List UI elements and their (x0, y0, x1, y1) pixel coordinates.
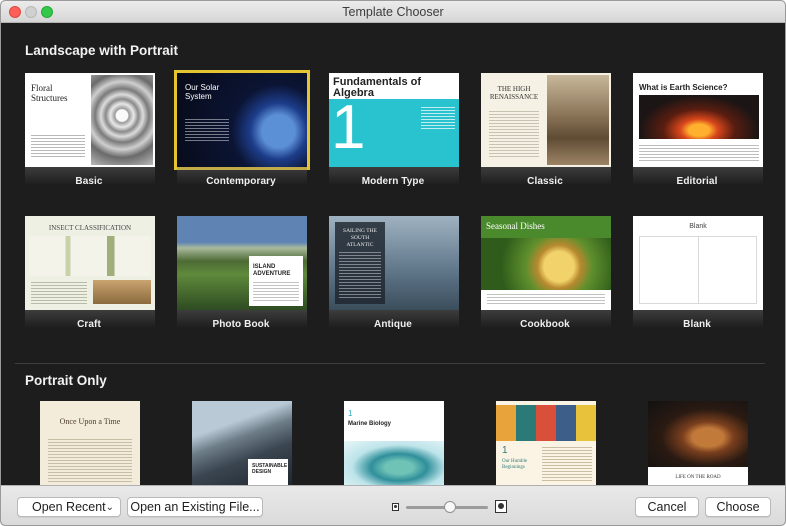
template-blank[interactable]: Blank (633, 216, 763, 328)
template-antique-thumbnail[interactable]: SAILING THE SOUTH ATLANTIC (329, 216, 459, 310)
template-editorial-page-title: What is Earth Science? (639, 83, 728, 92)
template-classic-page-title: THE HIGH RENAISSANCE (489, 85, 539, 101)
section-title-landscape: Landscape with Portrait (25, 43, 179, 58)
template-photo-book[interactable]: ISLAND ADVENTURE (177, 216, 307, 328)
template-contemporary[interactable]: Our Solar System (174, 70, 310, 185)
template-antique-page-title: SAILING THE SOUTH ATLANTIC (343, 228, 377, 248)
template-modern-type[interactable]: Fundamentals of Algebra 1 (329, 73, 459, 185)
body-text-placeholder (31, 280, 87, 304)
portrait-template-2-page-title: SUSTAINABLE DESIGN (252, 463, 288, 475)
template-antique-label: Antique (374, 319, 412, 330)
template-editorial-label: Editorial (676, 176, 718, 187)
template-cookbook[interactable]: Seasonal Dishes (481, 216, 611, 328)
template-contemporary-page-title: Our Solar System (185, 83, 220, 101)
template-cookbook-thumbnail[interactable]: Seasonal Dishes (481, 216, 611, 310)
section-divider (15, 363, 765, 364)
template-classic-thumbnail[interactable]: THE HIGH RENAISSANCE (481, 73, 611, 167)
illustration-banner (496, 405, 596, 441)
cancel-button[interactable]: Cancel (635, 497, 699, 517)
template-blank-thumbnail[interactable]: Blank (633, 216, 763, 310)
template-photo-book-page-title: ISLAND ADVENTURE (253, 264, 291, 277)
template-photo-book-thumbnail[interactable]: ISLAND ADVENTURE (177, 216, 307, 310)
template-editorial[interactable]: What is Earth Science? (633, 73, 763, 185)
template-classic[interactable]: THE HIGH RENAISSANCE (481, 73, 611, 185)
template-contemporary-label: Contemporary (206, 176, 276, 187)
template-classic-label: Classic (527, 176, 563, 187)
template-craft[interactable]: INSECT CLASSIFICATION (25, 216, 155, 328)
portrait-template-marine-biology[interactable]: 1 Marine Biology (344, 401, 444, 485)
template-craft-thumbnail[interactable]: INSECT CLASSIFICATION (25, 216, 155, 310)
sea-turtle-photo (344, 441, 444, 485)
body-text-placeholder (639, 143, 759, 161)
template-blank-label: Blank (683, 319, 711, 330)
portrait-template-1-page-title: Once Upon a Time (59, 417, 121, 426)
food-photo (481, 238, 611, 290)
page-spread-divider (698, 236, 699, 304)
template-basic-page-title: Floral Structures (31, 83, 68, 103)
portrait-template-life-on-the-road[interactable]: LIFE ON THE ROAD (648, 401, 748, 485)
section-title-portrait: Portrait Only (25, 373, 107, 388)
portrait-template-sustainable-design[interactable]: SUSTAINABLE DESIGN (192, 401, 292, 485)
portrait-template-3-page-title: Marine Biology (348, 421, 392, 427)
portrait-template-once-upon-a-time[interactable]: Once Upon a Time (40, 401, 140, 485)
template-modern-type-page-number: 1 (331, 93, 366, 162)
template-craft-label: Craft (77, 319, 101, 330)
body-text-placeholder (487, 292, 605, 306)
template-antique[interactable]: SAILING THE SOUTH ATLANTIC (329, 216, 459, 328)
open-existing-file-button[interactable]: Open an Existing File... (127, 497, 263, 517)
template-cookbook-label: Cookbook (520, 319, 570, 330)
body-text-placeholder (31, 133, 85, 159)
template-photo-book-label: Photo Book (212, 319, 270, 330)
volcano-photo (639, 95, 759, 139)
specimen-photo (93, 280, 151, 304)
portrait-template-3-page-number: 1 (348, 409, 353, 418)
large-thumbnail-icon (495, 500, 507, 513)
body-text-placeholder (421, 105, 455, 129)
template-modern-type-thumbnail[interactable]: Fundamentals of Algebra 1 (329, 73, 459, 167)
open-recent-popup[interactable]: Open Recent ⌄ (17, 497, 121, 517)
portrait-template-5-page-title: LIFE ON THE ROAD (675, 475, 721, 480)
title-bar: Template Chooser (1, 1, 785, 23)
template-basic-label: Basic (75, 176, 103, 187)
template-editorial-thumbnail[interactable]: What is Earth Science? (633, 73, 763, 167)
template-chooser-window: Template Chooser Landscape with Portrait… (0, 0, 786, 526)
portrait-template-4-page-title: Our Humble Beginnings (502, 459, 528, 470)
body-text-placeholder (489, 109, 539, 159)
template-craft-page-title: INSECT CLASSIFICATION (48, 224, 132, 232)
template-gallery: Landscape with Portrait Floral Structure… (1, 23, 785, 485)
template-cookbook-page-title: Seasonal Dishes (486, 221, 545, 231)
body-text-placeholder (339, 250, 381, 298)
guitar-photo (648, 401, 748, 467)
template-contemporary-thumbnail[interactable]: Our Solar System (174, 70, 310, 170)
small-thumbnail-icon (392, 503, 399, 511)
window-title: Template Chooser (342, 5, 444, 19)
bottom-toolbar: Open Recent ⌄ Open an Existing File... C… (1, 485, 785, 525)
portrait-template-4-page-number: 1 (502, 445, 508, 456)
flower-photo (91, 75, 153, 165)
portrait-template-our-humble-beginnings[interactable]: 1 Our Humble Beginnings (496, 401, 596, 485)
thumbnail-size-slider-knob[interactable] (444, 501, 456, 513)
body-text-placeholder (253, 280, 299, 302)
open-recent-label: Open Recent (32, 500, 106, 514)
template-basic-thumbnail[interactable]: Floral Structures (25, 73, 155, 167)
body-text-placeholder (48, 437, 132, 483)
body-text-placeholder (185, 117, 229, 143)
body-text-placeholder (542, 445, 592, 483)
choose-button[interactable]: Choose (705, 497, 771, 517)
template-basic[interactable]: Floral Structures (25, 73, 155, 185)
insect-illustrations (29, 236, 151, 276)
renaissance-painting (547, 75, 609, 165)
template-blank-page-title: Blank (689, 223, 707, 230)
template-modern-type-label: Modern Type (361, 176, 425, 187)
chevron-down-icon: ⌄ (105, 502, 114, 513)
